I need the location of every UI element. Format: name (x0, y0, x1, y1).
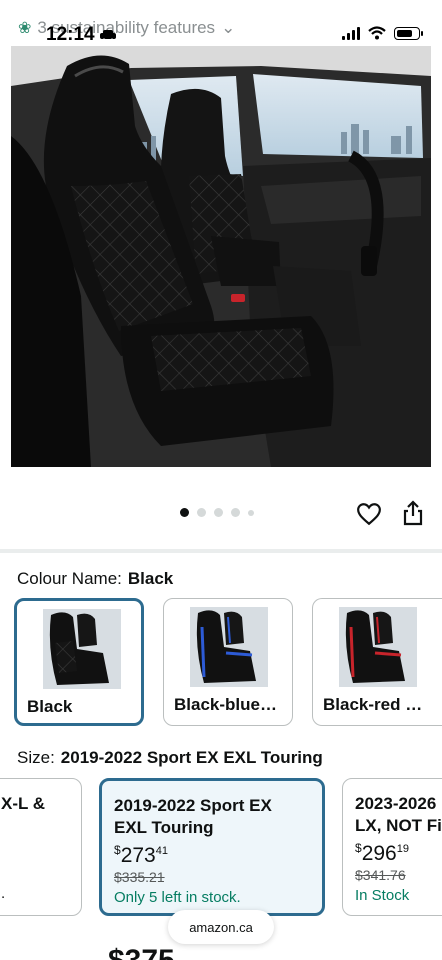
size-option-stock: Only 5 left in stock. (114, 889, 241, 906)
size-option[interactable]: 2023-2026 LX, NOT Fi $29619 $341.76 In S… (342, 778, 442, 916)
colour-option-label: Black (27, 697, 73, 716)
browser-url-pill[interactable]: amazon.ca (168, 910, 274, 944)
selected-colour: Black (127, 569, 174, 588)
colour-option-label: Black-blue… (174, 695, 277, 714)
pagination-dot[interactable] (231, 508, 240, 517)
section-divider (0, 549, 442, 553)
pagination-dot[interactable] (248, 509, 254, 516)
size-option-selected[interactable]: 2019-2022 Sport EX EXL Touring $27341 $3… (99, 778, 325, 916)
colour-thumbnail (339, 607, 417, 687)
colour-thumbnail (190, 607, 268, 687)
share-icon[interactable] (401, 499, 425, 527)
size-option-list-price: $341.76 (355, 867, 406, 883)
size-option-title: 2023-2026 LX, NOT Fi (355, 794, 442, 835)
gallery-pagination[interactable] (180, 508, 254, 517)
size-option-title: X-L & (1, 794, 46, 813)
pagination-dot[interactable] (180, 508, 189, 517)
size-option-list-price: $335.21 (114, 869, 165, 885)
status-time: 12:14 (46, 24, 117, 46)
status-bar: ❀ 3 sustainability features ⌄ 12:14 (0, 0, 442, 46)
system-icons (342, 26, 423, 40)
leaf-icon: ❀ (18, 20, 32, 37)
selected-size: 2019-2022 Sport EX EXL Touring (60, 748, 323, 767)
size-option-title: 2019-2022 Sport EX EXL Touring (114, 796, 272, 837)
chevron-down-icon: ⌄ (221, 18, 236, 37)
product-image[interactable] (11, 46, 431, 467)
colour-thumbnail (43, 609, 121, 689)
size-option[interactable]: X-L & . (0, 778, 82, 916)
signal-icon (342, 26, 360, 40)
size-option-stock: . (1, 885, 6, 902)
colour-option-black-red[interactable]: Black-red … (312, 598, 442, 726)
size-option-price: $29619 (355, 841, 409, 865)
colour-label: Colour Name: Black (17, 569, 174, 588)
car-icon (99, 30, 116, 41)
car-seat-image (11, 46, 431, 467)
size-label: Size: 2019-2022 Sport EX EXL Touring (17, 748, 323, 767)
wifi-icon (368, 26, 386, 40)
battery-icon (394, 26, 423, 40)
colour-option-label: Black-red … (323, 695, 423, 714)
heart-icon[interactable] (356, 501, 382, 527)
colour-option-black-blue[interactable]: Black-blue… (163, 598, 293, 726)
price-peek: $375 (108, 944, 175, 960)
colour-option-black[interactable]: Black (14, 598, 144, 726)
pagination-dot[interactable] (214, 508, 223, 517)
size-option-price: $27341 (114, 843, 168, 867)
size-option-stock: In Stock (355, 887, 410, 904)
pagination-dot[interactable] (197, 508, 206, 517)
